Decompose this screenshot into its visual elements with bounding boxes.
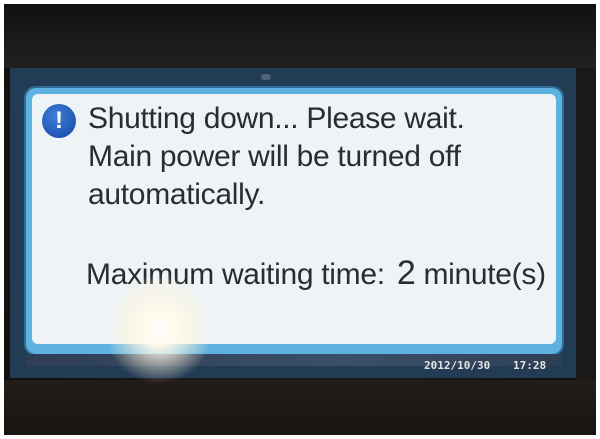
message-line-2: Main power will be turned off bbox=[88, 140, 461, 173]
device-bezel-bottom bbox=[4, 380, 596, 435]
device-bezel-top bbox=[4, 4, 596, 68]
status-time: 17:28 bbox=[513, 359, 547, 372]
status-date: 2012/10/30 bbox=[424, 359, 491, 372]
message-line-3: automatically. bbox=[88, 178, 265, 211]
sensor-dot bbox=[261, 74, 271, 80]
info-icon: ! bbox=[42, 104, 76, 138]
message-line-1: Shutting down... Please wait. bbox=[88, 102, 465, 135]
device-photo: ! Shutting down... Please wait. Main pow… bbox=[4, 4, 596, 435]
max-wait-unit: minute(s) bbox=[423, 258, 546, 291]
device-bezel-right bbox=[576, 68, 596, 380]
camera-flash-glare bbox=[104, 274, 214, 384]
max-wait-value: 2 bbox=[396, 254, 416, 292]
